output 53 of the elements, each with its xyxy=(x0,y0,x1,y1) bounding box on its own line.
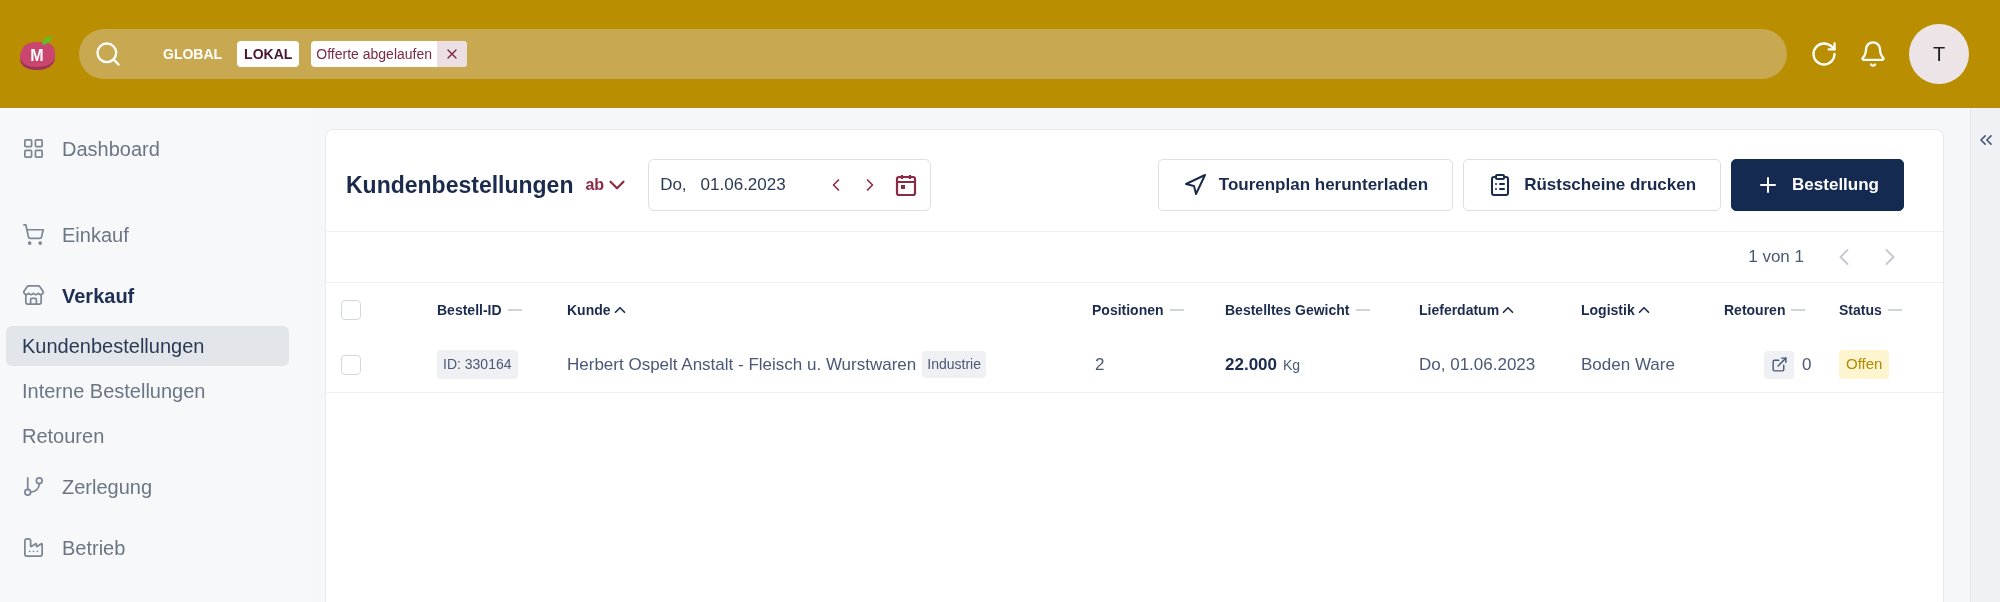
column-header[interactable]: Logistik xyxy=(1581,299,1653,321)
sidebar-item[interactable]: Zerlegung xyxy=(0,456,312,517)
delivery-date: Do, 01.06.2023 xyxy=(1419,353,1536,376)
branch-icon xyxy=(22,475,45,498)
user-avatar[interactable]: T xyxy=(1909,24,1969,84)
column-header[interactable]: Bestelltes Gewicht xyxy=(1225,299,1370,321)
sidebar-subitem[interactable]: Retouren xyxy=(6,416,289,456)
cart-icon xyxy=(22,223,45,246)
positions-count: 2 xyxy=(1095,353,1105,376)
action-button[interactable]: Rüstscheine drucken xyxy=(1463,159,1722,211)
search-icon[interactable] xyxy=(94,40,122,68)
sidebar-subitem[interactable]: Interne Bestellungen xyxy=(6,371,289,411)
column-header[interactable]: Kunde xyxy=(567,299,629,321)
customer-name: Herbert Ospelt Anstalt - Fleisch u. Wurstwaren xyxy=(567,353,917,376)
search-field[interactable]: GLOBAL LOKAL Offerte abgelaufen xyxy=(79,29,1787,79)
external-link-icon[interactable] xyxy=(1764,350,1794,379)
calendar-icon[interactable] xyxy=(894,173,919,197)
column-header[interactable]: Retouren xyxy=(1724,299,1806,321)
returns-count: 0 xyxy=(1802,353,1812,376)
sidebar-item[interactable]: Einkauf xyxy=(0,204,312,265)
date-value: 01.06.2023 xyxy=(700,174,786,197)
bell-icon[interactable] xyxy=(1859,40,1887,68)
status-tag: Offen xyxy=(1839,350,1890,379)
date-mode-dropdown[interactable]: ab xyxy=(585,172,631,198)
scope-toggle[interactable]: LOKAL xyxy=(237,41,300,67)
filter-label: Offerte abgelaufen xyxy=(315,44,434,64)
refresh-icon[interactable] xyxy=(1810,40,1838,68)
column-header[interactable]: Bestell-ID xyxy=(437,299,522,321)
sidebar-item[interactable]: Verkauf xyxy=(0,265,312,326)
column-header[interactable]: Positionen xyxy=(1092,299,1184,321)
column-header[interactable]: Lieferdatum xyxy=(1419,299,1518,321)
pagination-label: 1 von 1 xyxy=(1748,246,1804,269)
date-field[interactable]: Do, 01.06.2023 xyxy=(648,159,932,211)
weight-unit: Kg xyxy=(1283,355,1301,375)
date-weekday: Do, xyxy=(660,174,687,197)
navigation-arrow-icon xyxy=(1182,173,1207,197)
checkbox[interactable] xyxy=(341,300,361,320)
checkbox[interactable] xyxy=(341,354,361,375)
store-icon xyxy=(22,284,45,307)
sidebar-item[interactable]: Betrieb xyxy=(0,517,312,578)
sidebar-subitem[interactable]: Kundenbestellungen xyxy=(6,326,289,366)
column-header[interactable]: Status xyxy=(1839,299,1902,321)
logistics-text: Boden Ware xyxy=(1581,353,1675,376)
action-button[interactable]: Bestellung xyxy=(1731,159,1904,211)
customer-type-tag: Industrie xyxy=(922,351,986,378)
sidebar-item[interactable]: Dashboard xyxy=(0,118,312,179)
order-id-tag: ID: 330164 xyxy=(437,350,518,379)
remove-filter-button[interactable] xyxy=(437,41,468,67)
action-button[interactable]: Tourenplan herunterladen xyxy=(1157,159,1454,211)
weight-value: 22.000 xyxy=(1225,353,1277,376)
factory-icon xyxy=(22,536,45,559)
page-title: Kundenbestellungen xyxy=(346,170,574,200)
grid-icon xyxy=(22,137,45,160)
